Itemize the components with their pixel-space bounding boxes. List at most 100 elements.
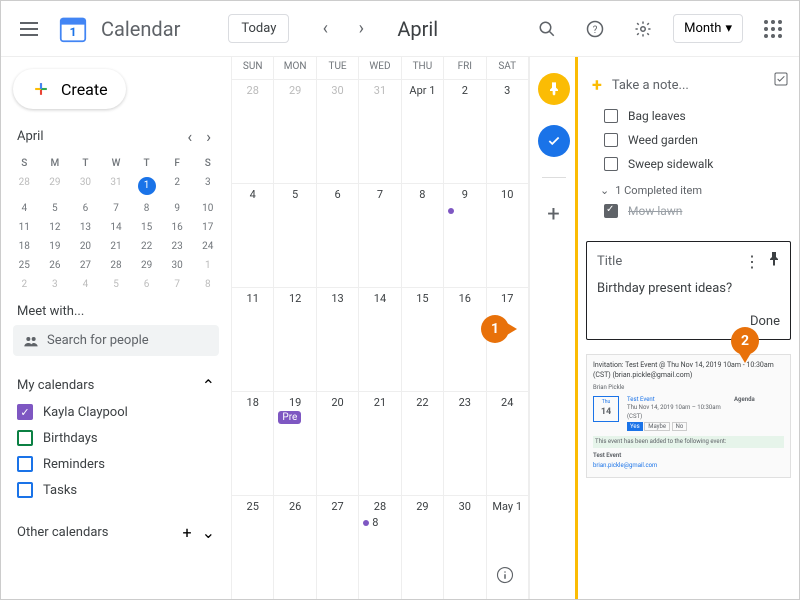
mini-day-cell[interactable]: 6 xyxy=(70,199,101,218)
day-cell[interactable]: 24 xyxy=(487,392,529,495)
event-indicator[interactable]: 8 xyxy=(363,516,396,529)
mini-day-cell[interactable]: 30 xyxy=(162,256,193,275)
mini-day-cell[interactable]: 12 xyxy=(40,218,71,237)
note-title-placeholder[interactable]: Title xyxy=(597,254,622,269)
pin-icon[interactable] xyxy=(768,252,780,271)
completed-section-toggle[interactable]: ⌄ 1 Completed item xyxy=(586,176,791,199)
day-cell[interactable]: 9 xyxy=(444,184,486,287)
today-button[interactable]: Today xyxy=(228,14,289,43)
mini-day-cell[interactable]: 20 xyxy=(70,237,101,256)
mini-day-cell[interactable]: 8 xyxy=(192,275,223,294)
mini-day-cell[interactable]: 28 xyxy=(9,173,40,199)
mini-day-cell[interactable]: 24 xyxy=(192,237,223,256)
checkbox-icon[interactable] xyxy=(604,157,618,171)
event-chip[interactable]: Pre xyxy=(278,411,301,424)
calendar-checkbox[interactable] xyxy=(17,456,33,472)
day-cell[interactable]: 15 xyxy=(402,288,444,391)
mini-day-cell[interactable]: 15 xyxy=(131,218,162,237)
day-cell[interactable]: Apr 1 xyxy=(402,80,444,183)
get-addons-icon[interactable]: + xyxy=(538,198,570,230)
new-list-icon[interactable] xyxy=(773,71,789,87)
day-cell[interactable]: 30 xyxy=(317,80,359,183)
keep-checklist-item[interactable]: Weed garden xyxy=(586,128,791,152)
day-cell[interactable]: 22 xyxy=(402,392,444,495)
note-done-button[interactable]: Done xyxy=(597,314,780,329)
calendar-item[interactable]: Tasks xyxy=(9,477,223,503)
mini-day-cell[interactable]: 30 xyxy=(70,173,101,199)
add-calendar-icon[interactable]: + xyxy=(183,523,192,542)
mini-day-cell[interactable]: 21 xyxy=(101,237,132,256)
mini-day-cell[interactable]: 7 xyxy=(162,275,193,294)
mini-day-cell[interactable]: 14 xyxy=(101,218,132,237)
other-calendars-toggle[interactable]: Other calendars +⌄ xyxy=(9,519,223,546)
checkbox-checked-icon[interactable] xyxy=(604,204,618,218)
mini-day-cell[interactable]: 16 xyxy=(162,218,193,237)
search-people-input[interactable]: Search for people xyxy=(13,325,219,356)
mini-day-cell[interactable]: 26 xyxy=(40,256,71,275)
keep-checklist-item[interactable]: Bag leaves xyxy=(586,104,791,128)
mini-day-cell[interactable]: 19 xyxy=(40,237,71,256)
create-button[interactable]: Create xyxy=(13,69,126,109)
keep-note-card[interactable]: Title ⋮ Birthday present ideas? Done xyxy=(586,241,791,340)
day-cell[interactable]: 8 xyxy=(402,184,444,287)
settings-gear-icon[interactable] xyxy=(625,11,661,47)
prev-month-button[interactable]: ‹ xyxy=(309,13,341,45)
day-cell[interactable]: 27 xyxy=(317,496,359,599)
day-cell[interactable]: 23 xyxy=(444,392,486,495)
day-cell[interactable]: 5 xyxy=(274,184,316,287)
mini-day-cell[interactable]: 28 xyxy=(101,256,132,275)
mini-day-cell[interactable]: 13 xyxy=(70,218,101,237)
mini-day-cell[interactable]: 8 xyxy=(131,199,162,218)
calendar-item[interactable]: Kayla Claypool xyxy=(9,399,223,425)
mini-day-cell[interactable]: 9 xyxy=(162,199,193,218)
hamburger-menu-icon[interactable] xyxy=(9,9,49,49)
more-options-icon[interactable]: ⋮ xyxy=(744,252,760,271)
mini-day-cell[interactable]: 2 xyxy=(9,275,40,294)
mini-day-cell[interactable]: 29 xyxy=(131,256,162,275)
mini-day-cell[interactable]: 5 xyxy=(40,199,71,218)
mini-day-cell[interactable]: 17 xyxy=(192,218,223,237)
day-cell[interactable]: 4 xyxy=(232,184,274,287)
day-cell[interactable]: 25 xyxy=(232,496,274,599)
calendar-checkbox[interactable] xyxy=(17,482,33,498)
day-cell[interactable]: 29 xyxy=(402,496,444,599)
calendar-checkbox[interactable] xyxy=(17,404,33,420)
mini-day-cell[interactable]: 11 xyxy=(9,218,40,237)
mini-day-cell[interactable]: 1 xyxy=(192,256,223,275)
search-icon[interactable] xyxy=(529,11,565,47)
day-cell[interactable]: 20 xyxy=(317,392,359,495)
info-icon[interactable] xyxy=(489,559,521,591)
keep-checklist-item[interactable]: Sweep sidewalk xyxy=(586,152,791,176)
day-cell[interactable]: 2 xyxy=(444,80,486,183)
calendar-checkbox[interactable] xyxy=(17,430,33,446)
mini-day-cell[interactable]: 27 xyxy=(70,256,101,275)
note-body[interactable]: Birthday present ideas? xyxy=(597,281,780,296)
day-cell[interactable]: 12 xyxy=(274,288,316,391)
day-cell[interactable]: 6 xyxy=(317,184,359,287)
mini-day-cell[interactable]: 6 xyxy=(131,275,162,294)
checkbox-icon[interactable] xyxy=(604,109,618,123)
tasks-addon-icon[interactable] xyxy=(538,125,570,157)
day-cell[interactable]: 288 xyxy=(359,496,401,599)
apps-grid-icon[interactable] xyxy=(755,11,791,47)
mini-day-cell[interactable]: 29 xyxy=(40,173,71,199)
checkbox-icon[interactable] xyxy=(604,133,618,147)
day-cell[interactable]: 13 xyxy=(317,288,359,391)
help-icon[interactable]: ? xyxy=(577,11,613,47)
mini-day-cell[interactable]: 2 xyxy=(162,173,193,199)
mini-day-cell[interactable]: 5 xyxy=(101,275,132,294)
day-cell[interactable]: 3 xyxy=(487,80,529,183)
mini-day-cell[interactable]: 3 xyxy=(192,173,223,199)
mini-prev-button[interactable]: ‹ xyxy=(183,125,196,148)
day-cell[interactable]: 31 xyxy=(359,80,401,183)
mini-day-cell[interactable]: 22 xyxy=(131,237,162,256)
day-cell[interactable]: 14 xyxy=(359,288,401,391)
keep-completed-item[interactable]: Mow lawn xyxy=(586,199,791,223)
mini-next-button[interactable]: › xyxy=(202,125,215,148)
mini-day-cell[interactable]: 23 xyxy=(162,237,193,256)
view-selector[interactable]: Month▾ xyxy=(673,14,743,43)
day-cell[interactable]: 30 xyxy=(444,496,486,599)
day-cell[interactable]: 11 xyxy=(232,288,274,391)
day-cell[interactable]: 16 xyxy=(444,288,486,391)
mini-day-cell[interactable]: 25 xyxy=(9,256,40,275)
